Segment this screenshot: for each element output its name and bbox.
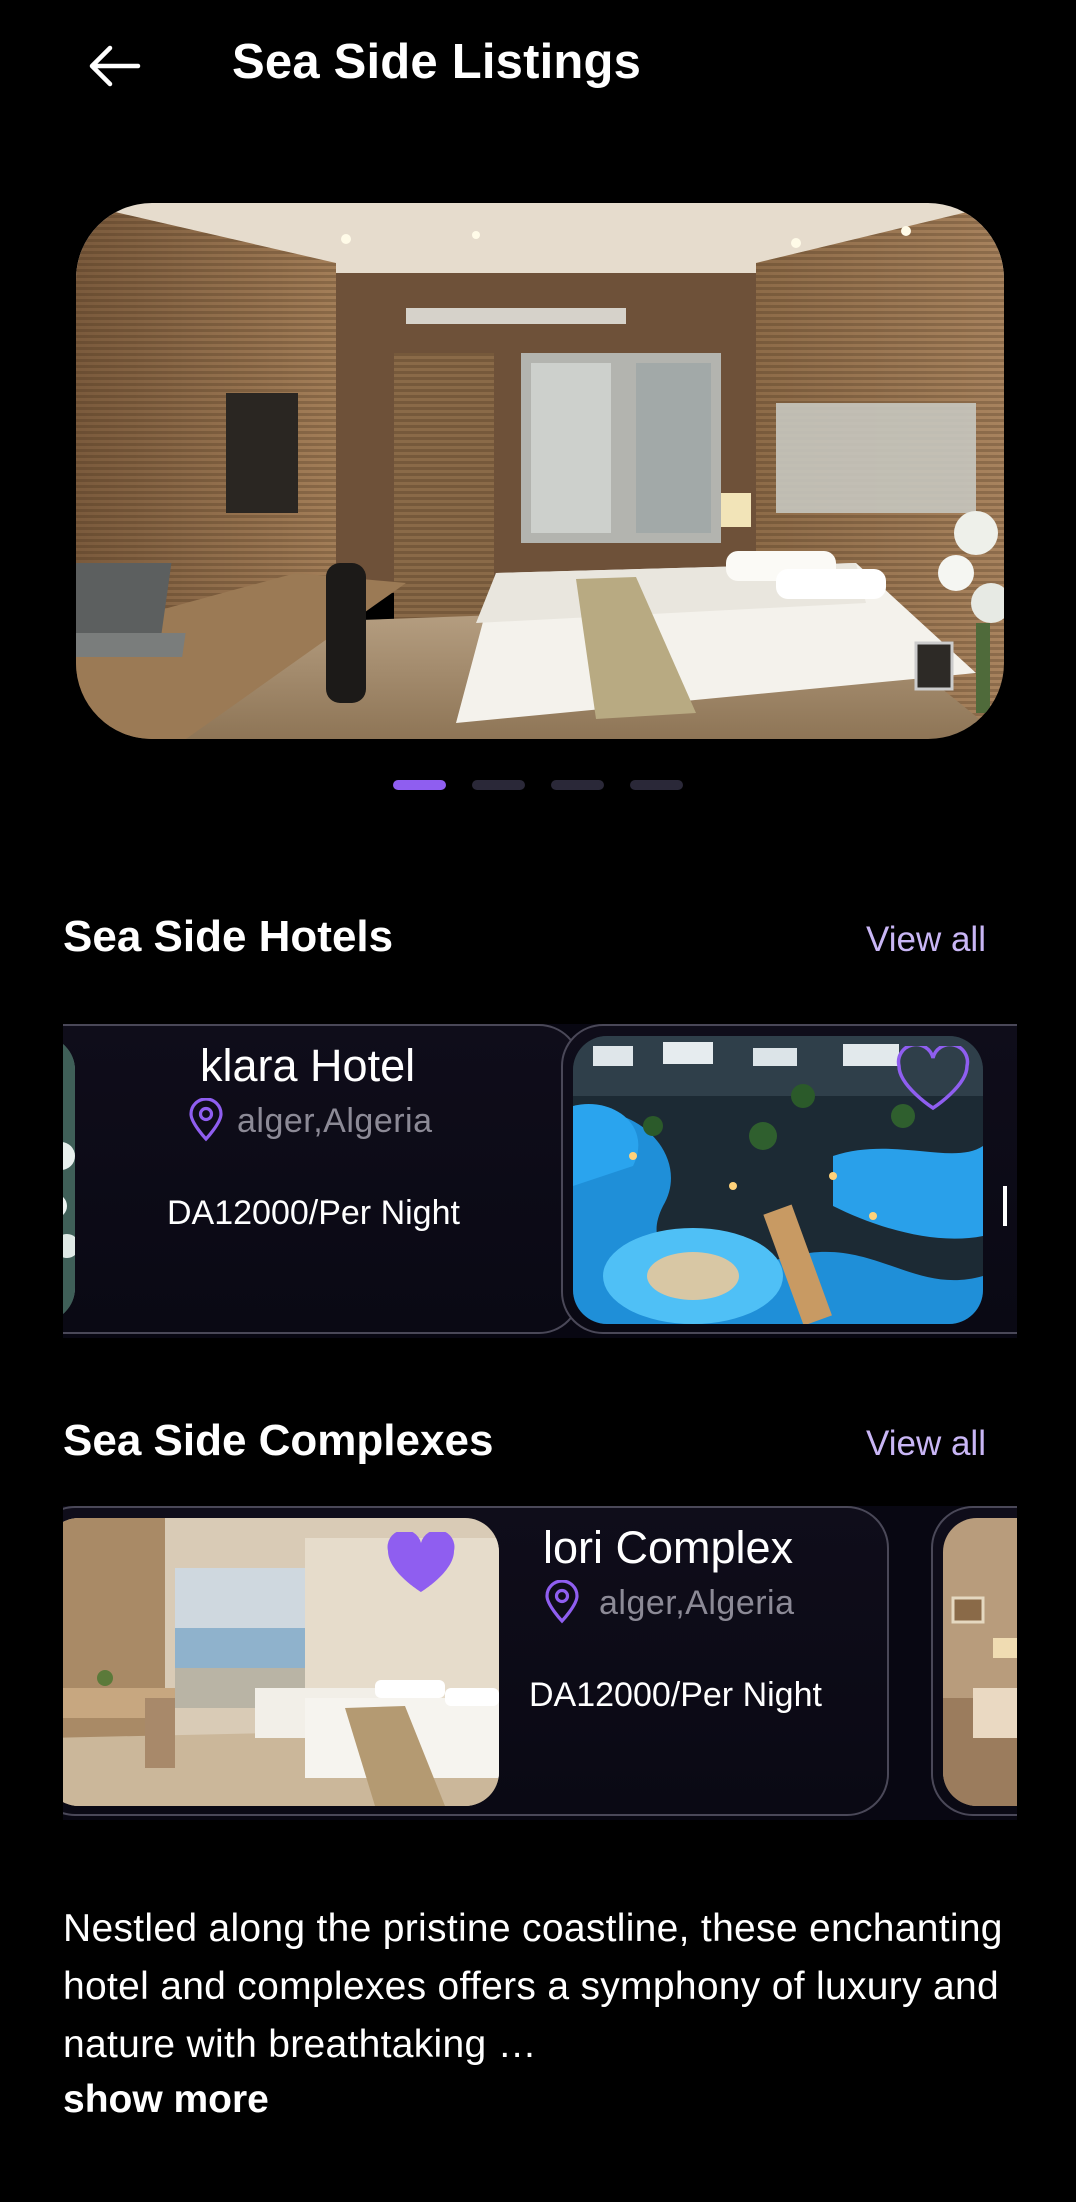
hotels-section-title: Sea Side Hotels: [63, 912, 394, 961]
arrow-left-icon: [89, 45, 141, 87]
carousel-dot-1[interactable]: [393, 780, 446, 790]
carousel-dot-2[interactable]: [472, 780, 525, 790]
app-header: Sea Side Listings: [0, 0, 1076, 140]
show-more-button[interactable]: show more: [63, 2078, 269, 2122]
complexes-section-title: Sea Side Complexes: [63, 1416, 494, 1465]
hero-carousel[interactable]: [76, 203, 1004, 739]
complexes-carousel[interactable]: lori Complex alger,Algeria DA12000/Per N…: [63, 1506, 1017, 1820]
complexes-view-all-link[interactable]: View all: [866, 1424, 986, 1464]
location-pin-icon: [545, 1580, 579, 1624]
hotels-carousel[interactable]: klara Hotel alger,Algeria DA12000/Per Ni…: [63, 1024, 1017, 1338]
complex-location: alger,Algeria: [599, 1584, 795, 1622]
location-pin-icon: [189, 1098, 223, 1142]
complex-card[interactable]: lori Complex alger,Algeria DA12000/Per N…: [63, 1506, 889, 1816]
hotel-photo: [63, 1036, 75, 1322]
carousel-dot-3[interactable]: [551, 780, 604, 790]
bedroom-photo: [943, 1518, 1017, 1806]
complex-price: DA12000/Per Night: [529, 1676, 822, 1714]
hotel-card[interactable]: [561, 1024, 1017, 1334]
hotels-view-all-link[interactable]: View all: [866, 920, 986, 960]
complex-name: lori Complex: [543, 1522, 794, 1573]
favorite-heart-icon[interactable]: [895, 1046, 971, 1112]
carousel-dot-4[interactable]: [630, 780, 683, 790]
favorite-heart-icon[interactable]: [385, 1532, 457, 1596]
hotel-name: klara Hotel: [200, 1040, 416, 1091]
description-text: Nestled along the pristine coastline, th…: [63, 1907, 1003, 2066]
truncated-text-edge: [1003, 1186, 1007, 1226]
carousel-indicator: [0, 780, 1076, 790]
hotel-card[interactable]: klara Hotel alger,Algeria DA12000/Per Ni…: [63, 1024, 581, 1334]
hotel-room-photo: [76, 203, 1004, 739]
hotel-location: alger,Algeria: [237, 1102, 433, 1140]
page-title: Sea Side Listings: [232, 35, 642, 89]
complex-card[interactable]: [931, 1506, 1017, 1816]
back-button[interactable]: [78, 30, 150, 102]
hotel-price: DA12000/Per Night: [167, 1194, 460, 1232]
